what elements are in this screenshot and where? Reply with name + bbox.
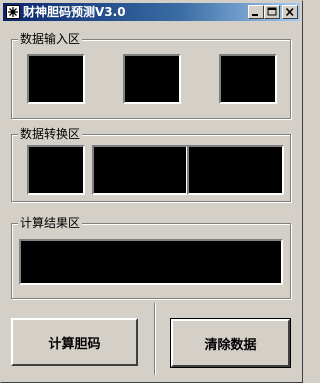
app-icon[interactable] <box>6 5 20 19</box>
input-field-3[interactable] <box>219 54 277 104</box>
input-field-2[interactable] <box>123 54 181 104</box>
input-field-1[interactable] <box>27 54 85 104</box>
convert-group: 数据转换区 <box>11 126 291 202</box>
convert-field-1[interactable] <box>27 145 85 195</box>
window-title: 财神胆码预测V3.0 <box>23 5 126 19</box>
title-bar[interactable]: 财神胆码预测V3.0 <box>3 3 300 21</box>
clear-data-button[interactable]: 清除数据 <box>170 318 291 368</box>
result-group: 计算结果区 <box>11 215 291 299</box>
maximize-button[interactable] <box>264 5 280 19</box>
calculate-button[interactable]: 计算胆码 <box>11 318 138 366</box>
input-group-label: 数据输入区 <box>18 31 83 47</box>
convert-field-3[interactable] <box>187 145 284 195</box>
convert-field-2[interactable] <box>92 145 188 195</box>
minimize-button[interactable] <box>248 5 264 19</box>
convert-group-label: 数据转换区 <box>18 126 83 142</box>
close-button[interactable] <box>282 5 298 19</box>
main-window: 财神胆码预测V3.0 数据输入区 数据转换区 计算结果区 计算胆码 清除数据 <box>0 0 303 383</box>
result-group-label: 计算结果区 <box>18 215 83 231</box>
result-field[interactable] <box>19 239 283 285</box>
input-group: 数据输入区 <box>11 31 291 119</box>
button-separator <box>154 303 156 375</box>
